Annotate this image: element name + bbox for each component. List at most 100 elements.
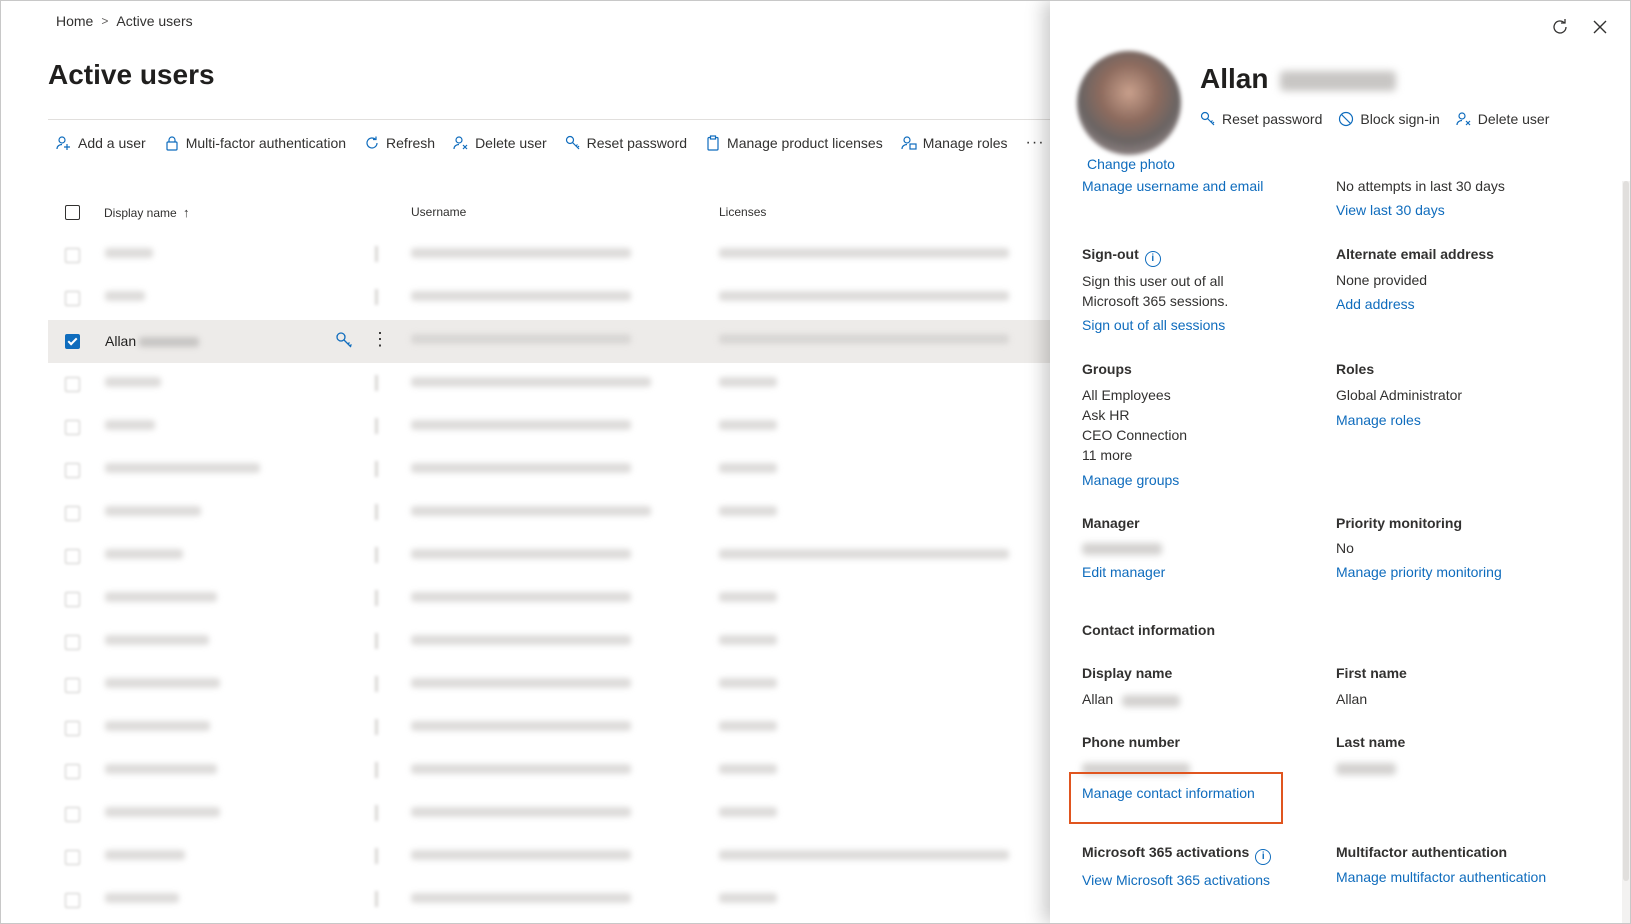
row-more-icon[interactable] [375, 418, 378, 434]
refresh-panel-icon[interactable] [1550, 17, 1570, 37]
row-more-icon[interactable] [375, 848, 378, 864]
row-checkbox[interactable] [65, 678, 80, 693]
key-icon [565, 135, 580, 150]
row-checkbox[interactable] [65, 592, 80, 607]
reset-password-action[interactable]: Reset password [1200, 111, 1322, 127]
block-icon [1339, 111, 1354, 127]
table-row[interactable] [48, 793, 1058, 836]
row-checkbox[interactable] [65, 807, 80, 822]
row-more-icon[interactable] [375, 891, 378, 907]
table-row[interactable] [48, 449, 1058, 492]
table-row[interactable] [48, 664, 1058, 707]
table-row[interactable] [48, 363, 1058, 406]
row-more-icon[interactable] [375, 590, 378, 606]
table-row[interactable] [48, 492, 1058, 535]
row-more-icon[interactable] [375, 504, 378, 520]
display-name-value: Allan [1082, 691, 1114, 707]
block-signin-action[interactable]: Block sign-in [1338, 111, 1440, 127]
select-all-checkbox[interactable] [65, 205, 80, 220]
manage-mfa-link[interactable]: Manage multifactor authentication [1336, 869, 1546, 885]
scrollbar-thumb[interactable] [1623, 181, 1629, 881]
add-user-button[interactable]: Add a user [56, 135, 146, 151]
column-header-licenses[interactable]: Licenses [719, 205, 766, 219]
table-row[interactable] [48, 836, 1058, 879]
breadcrumb-home[interactable]: Home [56, 13, 93, 29]
table-row[interactable] [48, 621, 1058, 664]
redacted-username [411, 764, 631, 774]
add-user-label: Add a user [78, 135, 146, 151]
table-row[interactable] [48, 406, 1058, 449]
row-checkbox[interactable] [65, 248, 80, 263]
manage-username-email-link[interactable]: Manage username and email [1082, 178, 1263, 194]
manage-roles-link[interactable]: Manage roles [1336, 412, 1421, 428]
signout-label-text: Sign-out [1082, 246, 1139, 262]
manage-roles-button[interactable]: Manage roles [901, 135, 1008, 151]
reset-password-button[interactable]: Reset password [565, 135, 687, 151]
column-header-display-name[interactable]: Display name ↑ [104, 205, 190, 220]
table-row-selected[interactable]: Allan ⋮ [48, 320, 1058, 363]
row-checkbox-checked[interactable] [65, 334, 80, 349]
change-photo-link[interactable]: Change photo [1087, 156, 1175, 172]
redacted-name [105, 807, 220, 817]
row-checkbox[interactable] [65, 850, 80, 865]
edit-manager-link[interactable]: Edit manager [1082, 564, 1165, 580]
table-row[interactable] [48, 879, 1058, 922]
row-more-icon[interactable] [375, 375, 378, 391]
manage-groups-link[interactable]: Manage groups [1082, 472, 1179, 488]
row-more-icon[interactable] [375, 719, 378, 735]
signout-label: Sign-out i [1082, 246, 1161, 267]
row-checkbox[interactable] [65, 291, 80, 306]
redacted-licenses [719, 893, 777, 903]
refresh-button[interactable]: Refresh [364, 135, 435, 151]
table-row[interactable] [48, 234, 1058, 277]
table-row[interactable] [48, 750, 1058, 793]
row-more-icon[interactable] [375, 762, 378, 778]
close-icon[interactable] [1590, 17, 1610, 37]
row-checkbox[interactable] [65, 420, 80, 435]
view-last-30-days-link[interactable]: View last 30 days [1336, 202, 1445, 218]
row-more-icon[interactable] [375, 633, 378, 649]
table-row[interactable] [48, 277, 1058, 320]
redacted-username [411, 334, 631, 344]
row-checkbox[interactable] [65, 549, 80, 564]
row-checkbox[interactable] [65, 893, 80, 908]
reset-password-key-icon[interactable] [335, 331, 353, 349]
row-more-icon[interactable] [375, 547, 378, 563]
row-checkbox[interactable] [65, 764, 80, 779]
row-more-icon[interactable] [375, 805, 378, 821]
delete-user-action[interactable]: Delete user [1456, 111, 1549, 127]
row-checkbox[interactable] [65, 635, 80, 650]
column-display-name-label: Display name [104, 206, 177, 220]
row-checkbox[interactable] [65, 506, 80, 521]
redacted-name [105, 463, 260, 473]
info-icon[interactable]: i [1255, 849, 1272, 865]
view-m365-activations-link[interactable]: View Microsoft 365 activations [1082, 872, 1270, 888]
row-more-icon[interactable] [375, 461, 378, 477]
column-header-username[interactable]: Username [411, 205, 466, 219]
manage-contact-information-link[interactable]: Manage contact information [1082, 785, 1255, 801]
row-more-icon[interactable] [375, 246, 378, 262]
row-checkbox[interactable] [65, 377, 80, 392]
table-row[interactable] [48, 578, 1058, 621]
panel-scrollbar[interactable] [1622, 181, 1630, 923]
add-address-link[interactable]: Add address [1336, 296, 1415, 312]
row-more-icon[interactable] [375, 289, 378, 305]
multi-factor-authentication-button[interactable]: Multi-factor authentication [164, 135, 346, 151]
refresh-icon [366, 136, 378, 149]
table-row[interactable] [48, 535, 1058, 578]
sign-out-all-sessions-link[interactable]: Sign out of all sessions [1082, 317, 1225, 333]
redacted-name [105, 377, 161, 387]
table-row[interactable] [48, 707, 1058, 750]
row-more-icon[interactable] [375, 676, 378, 692]
row-more-button[interactable]: ⋮ [371, 329, 389, 350]
row-checkbox[interactable] [65, 463, 80, 478]
info-icon[interactable]: i [1144, 251, 1161, 267]
manage-priority-monitoring-link[interactable]: Manage priority monitoring [1336, 564, 1502, 580]
delete-user-button[interactable]: Delete user [453, 135, 547, 151]
manage-product-licenses-button[interactable]: Manage product licenses [705, 135, 883, 151]
redacted-name [105, 850, 185, 860]
selected-user-display-name[interactable]: Allan [105, 333, 136, 349]
more-commands-button[interactable]: ··· [1026, 134, 1045, 152]
row-checkbox[interactable] [65, 721, 80, 736]
redacted-username [411, 893, 631, 903]
